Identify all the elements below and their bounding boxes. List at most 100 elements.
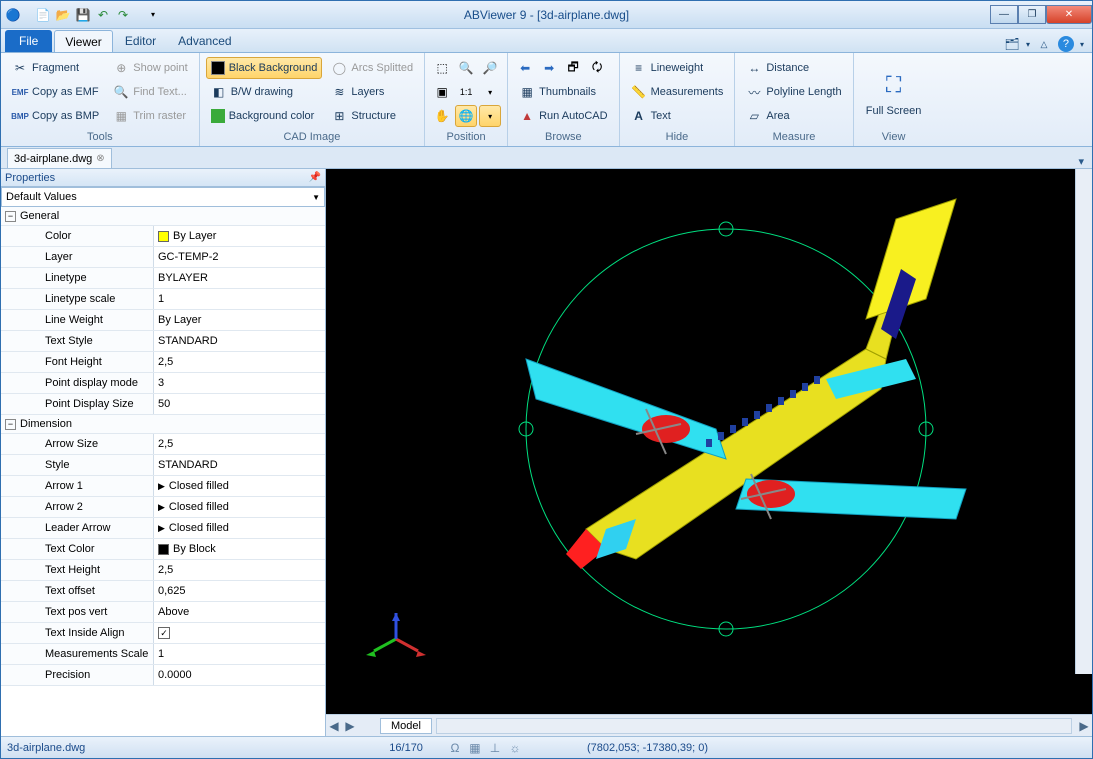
ortho-icon[interactable]: ⊥	[487, 740, 503, 756]
close-tab-icon[interactable]: ⊗	[96, 153, 104, 164]
horizontal-scrollbar[interactable]	[436, 718, 1072, 734]
maximize-button[interactable]: ❐	[1018, 5, 1046, 24]
property-key: Text Style	[1, 331, 154, 351]
structure-button[interactable]: ⊞Structure	[326, 105, 418, 127]
help-button[interactable]: ?	[1058, 36, 1074, 52]
scroll-right-icon[interactable]: ▶	[342, 718, 358, 734]
zoom-dropdown-button[interactable]: ▾	[479, 81, 501, 103]
browse2-button[interactable]: 🗘	[586, 57, 608, 79]
zoom-in-button[interactable]: 🔍	[455, 57, 477, 79]
bw-drawing-button[interactable]: ◧B/W drawing	[206, 81, 323, 103]
autocad-button[interactable]: ▲Run AutoCAD	[514, 105, 612, 127]
scroll-left-icon[interactable]: ◀	[326, 718, 342, 734]
new-icon[interactable]: 📄	[35, 7, 51, 23]
orbit-button[interactable]: 🌐	[455, 105, 477, 127]
file-tab[interactable]: File	[5, 30, 52, 52]
model-tab[interactable]: Model	[380, 718, 432, 734]
tab-viewer[interactable]: Viewer	[54, 30, 112, 52]
snap-icon[interactable]: Ω	[447, 740, 463, 756]
tab-advanced[interactable]: Advanced	[168, 30, 241, 52]
next-button[interactable]: ➡	[538, 57, 560, 79]
property-value[interactable]: 50	[154, 394, 325, 414]
open-icon[interactable]: 📂	[55, 7, 71, 23]
property-value[interactable]: 0.0000	[154, 665, 325, 685]
qat-dropdown-icon[interactable]: ▾	[145, 7, 161, 23]
property-value[interactable]: By Block	[154, 539, 325, 559]
tab-editor[interactable]: Editor	[115, 30, 166, 52]
property-section[interactable]: −Dimension	[1, 415, 325, 434]
polar-icon[interactable]: ☼	[507, 740, 523, 756]
property-value[interactable]: Above	[154, 602, 325, 622]
property-key: Arrow 1	[1, 476, 154, 496]
redo-icon[interactable]: ↷	[115, 7, 131, 23]
collapse-icon[interactable]: −	[5, 211, 16, 222]
collapse-icon[interactable]: −	[5, 419, 16, 430]
collapse-ribbon-icon[interactable]: △	[1036, 36, 1052, 52]
trim-raster-button[interactable]: ▦Trim raster	[108, 105, 192, 127]
document-tab[interactable]: 3d-airplane.dwg ⊗	[7, 148, 112, 168]
property-value[interactable]: By Layer	[154, 226, 325, 246]
vertical-scrollbar[interactable]	[1075, 169, 1092, 674]
undo-icon[interactable]: ↶	[95, 7, 111, 23]
close-button[interactable]: ✕	[1046, 5, 1092, 24]
measurements-button[interactable]: 📏Measurements	[626, 81, 729, 103]
property-value[interactable]: STANDARD	[154, 331, 325, 351]
property-value[interactable]: 1	[154, 644, 325, 664]
styles-icon[interactable]: 🗂	[1004, 36, 1020, 52]
property-value[interactable]: ▶Closed filled	[154, 497, 325, 517]
arcs-button[interactable]: ◯Arcs Splitted	[326, 57, 418, 79]
hide-text-button[interactable]: AText	[626, 105, 729, 127]
property-value[interactable]: 3	[154, 373, 325, 393]
property-row: Linetype scale1	[1, 289, 325, 310]
property-value[interactable]: 0,625	[154, 581, 325, 601]
thumbnails-button[interactable]: ▦Thumbnails	[514, 81, 612, 103]
property-value[interactable]: 1	[154, 289, 325, 309]
area-button[interactable]: ▱Area	[741, 105, 846, 127]
tab-overflow-button[interactable]: ▾	[1070, 155, 1092, 168]
drawing-canvas[interactable]	[326, 169, 1092, 714]
minimize-button[interactable]: —	[990, 5, 1018, 24]
polyline-button[interactable]: 〰Polyline Length	[741, 81, 846, 103]
property-value[interactable]: STANDARD	[154, 455, 325, 475]
fit-button[interactable]: ▣	[431, 81, 453, 103]
orbit-dropdown-button[interactable]: ▾	[479, 105, 501, 127]
property-value[interactable]: 2,5	[154, 352, 325, 372]
zoom-out-button[interactable]: 🔎	[479, 57, 501, 79]
property-value[interactable]: ▶Closed filled	[154, 476, 325, 496]
property-value[interactable]: GC-TEMP-2	[154, 247, 325, 267]
browse1-button[interactable]: 🗗	[562, 57, 584, 79]
property-value[interactable]: 2,5	[154, 434, 325, 454]
property-value[interactable]: 2,5	[154, 560, 325, 580]
copy-emf-button[interactable]: EMFCopy as EMF	[7, 81, 104, 103]
pin-icon[interactable]: 📌	[309, 172, 321, 183]
fragment-button[interactable]: ✂Fragment	[7, 57, 104, 79]
zoom-window-button[interactable]: ⬚	[431, 57, 453, 79]
scroll-end-icon[interactable]: ▶	[1076, 718, 1092, 734]
property-value[interactable]: By Layer	[154, 310, 325, 330]
property-value[interactable]: BYLAYER	[154, 268, 325, 288]
copy-bmp-button[interactable]: BMPCopy as BMP	[7, 105, 104, 127]
grid-icon[interactable]: ▦	[467, 740, 483, 756]
zoom-window-icon: ⬚	[434, 60, 450, 76]
property-section[interactable]: −General	[1, 207, 325, 226]
property-row: Text pos vertAbove	[1, 602, 325, 623]
properties-selector[interactable]: Default Values ▼	[1, 187, 325, 207]
bg-color-button[interactable]: Background color	[206, 105, 323, 127]
find-text-button[interactable]: 🔍Find Text...	[108, 81, 192, 103]
window-controls: — ❐ ✕	[990, 6, 1092, 24]
pan-button[interactable]: ✋	[431, 105, 453, 127]
prev-button[interactable]: ⬅	[514, 57, 536, 79]
layers-button[interactable]: ≋Layers	[326, 81, 418, 103]
property-key: Text Color	[1, 539, 154, 559]
black-background-button[interactable]: Black Background	[206, 57, 323, 79]
distance-button[interactable]: ↔Distance	[741, 57, 846, 79]
property-value[interactable]: ✓	[154, 623, 325, 643]
property-row: Point display mode3	[1, 373, 325, 394]
property-value[interactable]: ▶Closed filled	[154, 518, 325, 538]
real-size-button[interactable]: 1:1	[455, 81, 477, 103]
save-icon[interactable]: 💾	[75, 7, 91, 23]
show-point-button[interactable]: ⊕Show point	[108, 57, 192, 79]
lineweight-button[interactable]: ≡Lineweight	[626, 57, 729, 79]
checkbox[interactable]: ✓	[158, 627, 170, 639]
fullscreen-button[interactable]: ⛶ Full Screen	[858, 55, 930, 130]
